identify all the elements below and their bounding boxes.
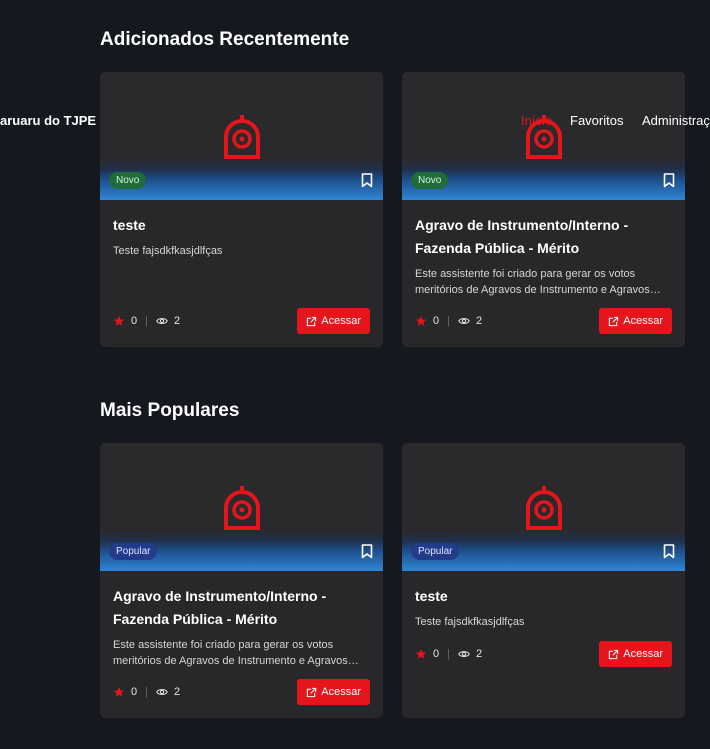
- favorites-count: 0: [131, 686, 138, 698]
- card-footer: 0 | 2 Acessar: [113, 679, 370, 705]
- views-count: 2: [173, 315, 181, 327]
- card-body: Agravo de Instrumento/Interno - Fazenda …: [100, 571, 383, 718]
- favorites-count: 0: [433, 648, 440, 660]
- bookmark-icon[interactable]: [663, 173, 675, 188]
- badge-new: Novo: [109, 172, 147, 189]
- card-stats: 0 | 2: [415, 315, 482, 327]
- tjpe-logo-icon: [224, 115, 260, 159]
- stats-divider: |: [447, 315, 450, 327]
- views-count: 2: [475, 648, 483, 660]
- badge-popular: Popular: [411, 543, 460, 560]
- card-body: teste Teste fajsdkfkasjdlfças 0 | 2 Aces…: [100, 200, 383, 347]
- badge-popular: Popular: [109, 543, 158, 560]
- stats-divider: |: [145, 686, 148, 698]
- access-button[interactable]: Acessar: [599, 308, 672, 334]
- card-header: Novo: [100, 72, 383, 200]
- card-description: Este assistente foi criado para gerar os…: [415, 268, 650, 296]
- card-description: Teste fajsdkfkasjdlfças: [415, 616, 525, 628]
- card-footer: 0 | 2 Acessar: [113, 308, 370, 334]
- nav-link-favoritos[interactable]: Favoritos: [570, 113, 623, 128]
- card-title: Agravo de Instrumento/Interno - Fazenda …: [113, 588, 327, 627]
- eye-icon: [156, 318, 168, 324]
- favorites-count: 0: [433, 315, 440, 327]
- card-footer: 0 | 2 Acessar: [415, 641, 672, 667]
- tjpe-logo-icon: [526, 486, 562, 530]
- bookmark-icon[interactable]: [663, 544, 675, 559]
- access-button[interactable]: Acessar: [297, 308, 370, 334]
- access-button[interactable]: Acessar: [297, 679, 370, 705]
- star-icon: [113, 687, 125, 697]
- access-button-label: Acessar: [623, 315, 663, 327]
- external-link-icon: [307, 687, 317, 697]
- access-button[interactable]: Acessar: [599, 641, 672, 667]
- card-stats: 0 | 2: [415, 648, 482, 660]
- card-stats: 0 | 2: [113, 315, 180, 327]
- tjpe-logo-icon: [224, 486, 260, 530]
- access-button-label: Acessar: [321, 315, 361, 327]
- card-stats: 0 | 2: [113, 686, 180, 698]
- section-title-recent: Adicionados Recentemente: [100, 29, 350, 50]
- assistant-card[interactable]: Popular Agravo de Instrumento/Interno - …: [100, 443, 383, 718]
- card-title: teste: [415, 588, 448, 604]
- card-description: Este assistente foi criado para gerar os…: [113, 639, 348, 667]
- card-header: Popular: [402, 443, 685, 571]
- badge-new: Novo: [411, 172, 449, 189]
- star-icon: [113, 316, 125, 326]
- navbar-brand[interactable]: aruaru do TJPE: [0, 113, 96, 128]
- bookmark-icon[interactable]: [361, 544, 373, 559]
- card-footer: 0 | 2 Acessar: [415, 308, 672, 334]
- bookmark-icon[interactable]: [361, 173, 373, 188]
- card-title: teste: [113, 217, 146, 233]
- external-link-icon: [307, 316, 317, 326]
- card-header: Popular: [100, 443, 383, 571]
- nav-link-inicio[interactable]: Início: [521, 113, 552, 128]
- card-body: Agravo de Instrumento/Interno - Fazenda …: [402, 200, 685, 347]
- views-count: 2: [475, 315, 483, 327]
- favorites-count: 0: [131, 315, 138, 327]
- stats-divider: |: [145, 315, 148, 327]
- eye-icon: [458, 651, 470, 657]
- assistant-card[interactable]: Novo teste Teste fajsdkfkasjdlfças 0 | 2…: [100, 72, 383, 347]
- eye-icon: [156, 689, 168, 695]
- views-count: 2: [173, 686, 181, 698]
- card-description: Teste fajsdkfkasjdlfças: [113, 245, 223, 257]
- star-icon: [415, 649, 427, 659]
- assistant-card[interactable]: Popular teste Teste fajsdkfkasjdlfças 0 …: [402, 443, 685, 718]
- eye-icon: [458, 318, 470, 324]
- card-title: Agravo de Instrumento/Interno - Fazenda …: [415, 217, 629, 256]
- access-button-label: Acessar: [321, 686, 361, 698]
- stats-divider: |: [447, 648, 450, 660]
- star-icon: [415, 316, 427, 326]
- section-title-popular: Mais Populares: [100, 400, 240, 421]
- external-link-icon: [609, 316, 619, 326]
- nav-link-administracao[interactable]: Administraçã: [642, 113, 710, 128]
- external-link-icon: [609, 649, 619, 659]
- access-button-label: Acessar: [623, 648, 663, 660]
- card-body: teste Teste fajsdkfkasjdlfças 0 | 2 Aces…: [402, 571, 685, 718]
- card-header: Novo: [402, 72, 685, 200]
